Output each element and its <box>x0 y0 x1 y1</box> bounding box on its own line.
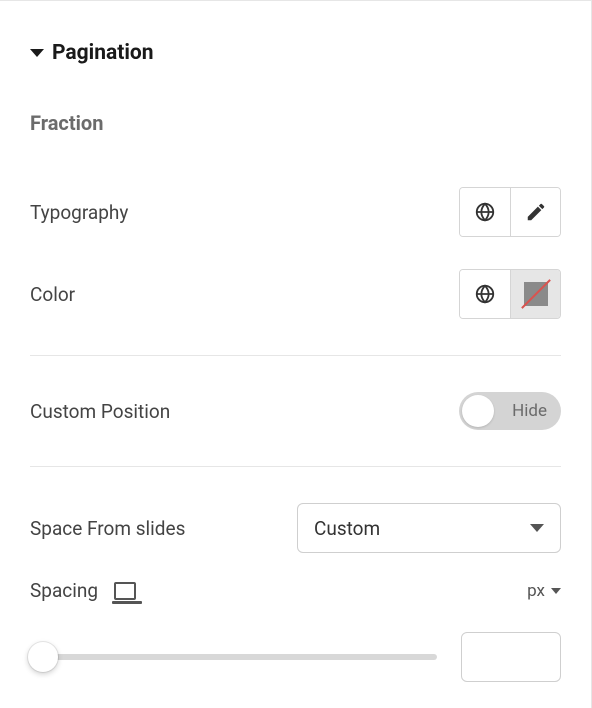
globe-icon <box>474 283 496 305</box>
pencil-icon <box>525 201 547 223</box>
divider <box>30 355 561 356</box>
typography-controls <box>459 187 561 237</box>
toggle-text: Hide <box>512 401 547 421</box>
fraction-heading: Fraction <box>30 111 561 135</box>
custom-position-row: Custom Position Hide <box>30 376 561 446</box>
globe-icon <box>474 201 496 223</box>
typography-row: Typography <box>30 171 561 253</box>
section-title: Pagination <box>52 41 154 65</box>
select-value: Custom <box>314 517 380 540</box>
typography-edit-button[interactable] <box>510 188 560 236</box>
spacing-unit-picker[interactable]: px <box>527 581 561 601</box>
spacing-input[interactable] <box>461 632 561 682</box>
space-from-slides-row: Space From slides Custom <box>30 487 561 559</box>
spacing-slider[interactable] <box>30 654 437 660</box>
color-row: Color <box>30 253 561 335</box>
toggle-knob <box>462 395 494 427</box>
slider-thumb[interactable] <box>28 642 58 672</box>
typography-global-button[interactable] <box>460 188 510 236</box>
color-controls <box>459 269 561 319</box>
chevron-down-icon <box>551 588 561 594</box>
caret-down-icon <box>30 49 44 57</box>
desktop-icon[interactable] <box>114 582 136 600</box>
section-header[interactable]: Pagination <box>30 1 561 111</box>
spacing-label: Spacing <box>30 579 98 602</box>
divider <box>30 466 561 467</box>
custom-position-label: Custom Position <box>30 400 170 423</box>
spacing-row: Spacing px <box>30 559 561 612</box>
space-from-slides-label: Space From slides <box>30 517 185 540</box>
color-global-button[interactable] <box>460 270 510 318</box>
space-from-slides-select[interactable]: Custom <box>297 503 561 553</box>
color-swatch-none-icon <box>524 282 548 306</box>
unit-text: px <box>527 581 545 601</box>
color-label: Color <box>30 283 75 306</box>
spacing-slider-row <box>30 612 561 702</box>
chevron-down-icon <box>530 524 544 532</box>
color-swatch-button[interactable] <box>510 270 560 318</box>
custom-position-toggle[interactable]: Hide <box>459 392 561 430</box>
typography-label: Typography <box>30 201 128 224</box>
